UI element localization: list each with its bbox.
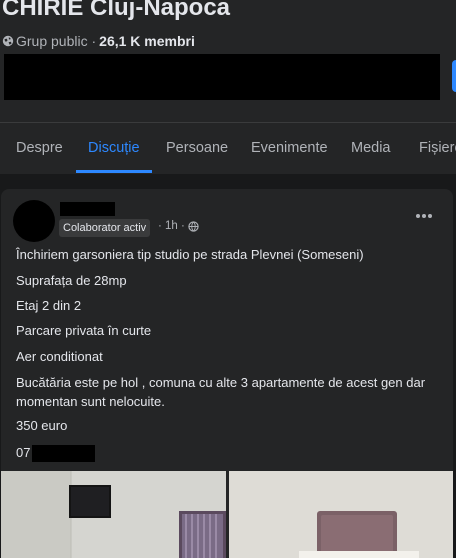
tab-files[interactable]: Fișiere: [419, 124, 456, 174]
tab-media[interactable]: Media: [351, 124, 391, 174]
tab-people[interactable]: Persoane: [166, 124, 228, 174]
post-time-text: · 1h ·: [158, 220, 185, 232]
group-meta: Grup public · 26,1 K membri: [2, 33, 195, 49]
post-photo[interactable]: [229, 471, 453, 558]
globe-icon: [188, 220, 199, 232]
avatar[interactable]: [13, 200, 55, 242]
post-text-line: Aer conditionat: [16, 349, 103, 364]
room-photo-tv: [1, 471, 226, 558]
post-text-line: Parcare privata în curte: [16, 323, 152, 338]
post-text-line: Etaj 2 din 2: [16, 298, 82, 313]
group-tabs: Despre Discuție Persoane Evenimente Medi…: [0, 124, 456, 174]
room-photo-bed: [229, 471, 453, 558]
author-name-redacted[interactable]: [60, 202, 115, 216]
tab-about[interactable]: Despre: [16, 124, 63, 174]
phone-prefix: 07: [16, 445, 31, 460]
post-text-line: Suprafața de 28mp: [16, 273, 127, 288]
post-photo[interactable]: [1, 471, 226, 558]
phone-redacted: [32, 445, 95, 462]
post-text-line: Închiriem garsoniera tip studio pe strad…: [16, 247, 364, 262]
post-text-line: 350 euro: [16, 418, 68, 433]
post-text-line: Bucătăria este pe hol , comuna cu alte 3…: [16, 375, 426, 390]
tab-discussion[interactable]: Discuție: [88, 124, 140, 174]
group-action-button[interactable]: [452, 60, 456, 92]
globe-icon: [2, 35, 14, 47]
tab-events[interactable]: Evenimente: [251, 124, 328, 174]
group-privacy: Grup public ·: [16, 33, 97, 49]
post-text-line: momentan sunt nelocuite.: [16, 394, 165, 409]
more-options-icon[interactable]: [413, 206, 435, 226]
active-tab-indicator: [76, 170, 152, 173]
header-divider: [0, 122, 456, 123]
post-card: Colaborator activ · 1h · Închiriem garso…: [1, 189, 453, 558]
contributor-badge: Colaborator activ: [59, 219, 151, 237]
redacted-area: [4, 54, 440, 100]
member-count[interactable]: 26,1 K membri: [99, 33, 195, 49]
post-timestamp[interactable]: · 1h ·: [158, 220, 199, 232]
group-header: CHIRIE Cluj-Napoca Grup public · 26,1 K …: [0, 0, 456, 174]
group-title[interactable]: CHIRIE Cluj-Napoca: [2, 0, 230, 22]
